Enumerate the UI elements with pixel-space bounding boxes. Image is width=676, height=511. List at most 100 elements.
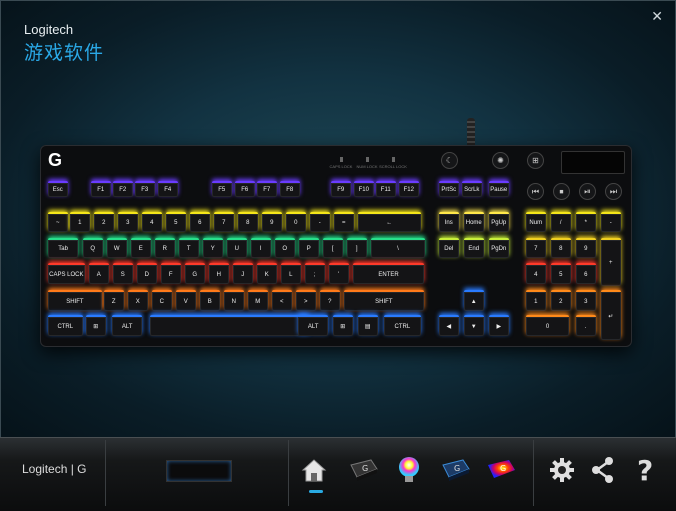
key-enter[interactable]: ENTER: [353, 263, 425, 284]
key-symbol[interactable]: ▲: [464, 290, 484, 311]
key-f11[interactable]: F11: [376, 181, 396, 197]
key-f9[interactable]: F9: [331, 181, 351, 197]
key-end[interactable]: End: [464, 238, 484, 258]
heatmap-icon[interactable]: G: [484, 453, 518, 487]
key-ins[interactable]: Ins: [439, 212, 459, 232]
key-symbol[interactable]: -: [310, 212, 330, 232]
media-stop-button[interactable]: ⏹: [553, 183, 570, 200]
key-symbol[interactable]: ◀: [439, 315, 459, 336]
key-h[interactable]: H: [209, 263, 229, 284]
key-symbol[interactable]: <: [272, 290, 292, 311]
key-symbol[interactable]: ▼: [464, 315, 484, 336]
key-home[interactable]: Home: [464, 212, 484, 232]
key-ctrl[interactable]: CTRL: [384, 315, 421, 336]
brightness-button[interactable]: ✺: [492, 152, 509, 169]
close-button[interactable]: ✕: [651, 8, 663, 25]
key-symbol[interactable]: .: [576, 315, 596, 336]
help-icon[interactable]: ?: [630, 453, 664, 487]
key-4[interactable]: 4: [142, 212, 162, 232]
key-symbol[interactable]: =: [334, 212, 354, 232]
windows-lock-button[interactable]: ⊞: [527, 152, 544, 169]
key-f1[interactable]: F1: [91, 181, 111, 197]
key-9[interactable]: 9: [576, 238, 596, 258]
key-space[interactable]: [150, 315, 310, 336]
key-f10[interactable]: F10: [354, 181, 374, 197]
key-symbol[interactable]: \: [371, 238, 425, 258]
key-6[interactable]: 6: [190, 212, 210, 232]
key-r[interactable]: R: [155, 238, 175, 258]
key-esc[interactable]: Esc: [48, 181, 68, 197]
key-symbol[interactable]: ?: [320, 290, 340, 311]
key-6[interactable]: 6: [576, 263, 596, 284]
key-f4[interactable]: F4: [158, 181, 178, 197]
settings-gear-icon[interactable]: [545, 453, 579, 487]
key-symbol[interactable]: -: [601, 212, 621, 232]
key-8[interactable]: 8: [238, 212, 258, 232]
key-z[interactable]: Z: [104, 290, 124, 311]
key-e[interactable]: E: [131, 238, 151, 258]
key-l[interactable]: L: [281, 263, 301, 284]
key-a[interactable]: A: [89, 263, 109, 284]
key-f3[interactable]: F3: [135, 181, 155, 197]
key-3[interactable]: 3: [118, 212, 138, 232]
key-pause[interactable]: Pause: [489, 181, 509, 197]
key-7[interactable]: 7: [214, 212, 234, 232]
key-prtsc[interactable]: PrtSc: [439, 181, 459, 197]
key-shift[interactable]: SHIFT: [344, 290, 424, 311]
key-alt[interactable]: ALT: [112, 315, 143, 336]
game-mode-button[interactable]: ☾: [441, 152, 458, 169]
media-prev-button[interactable]: ⏮: [527, 183, 544, 200]
key-symbol[interactable]: ': [329, 263, 349, 284]
key-n[interactable]: N: [224, 290, 244, 311]
key-f[interactable]: F: [161, 263, 181, 284]
key-f5[interactable]: F5: [212, 181, 232, 197]
home-icon[interactable]: [297, 453, 331, 487]
key-f8[interactable]: F8: [280, 181, 300, 197]
g-key-icon[interactable]: G: [346, 453, 380, 487]
key-symbol[interactable]: /: [551, 212, 571, 232]
key-f6[interactable]: F6: [235, 181, 255, 197]
key-symbol[interactable]: *: [576, 212, 596, 232]
key-symbol[interactable]: ▤: [358, 315, 378, 336]
key-q[interactable]: Q: [83, 238, 103, 258]
key-symbol[interactable]: ↵: [601, 290, 621, 341]
key-symbol[interactable]: ⊞: [333, 315, 353, 336]
key-d[interactable]: D: [137, 263, 157, 284]
key-del[interactable]: Del: [439, 238, 459, 258]
key-t[interactable]: T: [179, 238, 199, 258]
device-thumbnail[interactable]: [166, 460, 232, 482]
key-symbol[interactable]: ←: [358, 212, 421, 232]
key-b[interactable]: B: [200, 290, 220, 311]
g-key-blue-icon[interactable]: G: [438, 453, 472, 487]
key-w[interactable]: W: [107, 238, 127, 258]
key-tab[interactable]: Tab: [48, 238, 79, 258]
key-i[interactable]: I: [251, 238, 271, 258]
key-symbol[interactable]: ;: [305, 263, 325, 284]
key-c[interactable]: C: [152, 290, 172, 311]
key-x[interactable]: X: [128, 290, 148, 311]
key-ctrl[interactable]: CTRL: [48, 315, 83, 336]
share-icon[interactable]: [586, 453, 620, 487]
key-4[interactable]: 4: [526, 263, 546, 284]
media-play-button[interactable]: ⏯: [579, 183, 596, 200]
key-symbol[interactable]: ]: [347, 238, 367, 258]
key-symbol[interactable]: +: [601, 238, 621, 286]
key-symbol[interactable]: ⊞: [86, 315, 106, 336]
key-5[interactable]: 5: [551, 263, 571, 284]
key-f12[interactable]: F12: [399, 181, 419, 197]
key-0[interactable]: 0: [526, 315, 570, 336]
lighting-bulb-icon[interactable]: [392, 453, 426, 487]
key-symbol[interactable]: >: [296, 290, 316, 311]
key-y[interactable]: Y: [203, 238, 223, 258]
key-7[interactable]: 7: [526, 238, 546, 258]
key-symbol[interactable]: ~: [48, 212, 68, 232]
key-p[interactable]: P: [299, 238, 319, 258]
key-m[interactable]: M: [248, 290, 268, 311]
key-caps-lock[interactable]: CAPS LOCK: [48, 263, 85, 284]
key-0[interactable]: 0: [286, 212, 306, 232]
key-f7[interactable]: F7: [257, 181, 277, 197]
key-v[interactable]: V: [176, 290, 196, 311]
key-g[interactable]: G: [185, 263, 205, 284]
key-s[interactable]: S: [113, 263, 133, 284]
key-scrlk[interactable]: ScrLk: [462, 181, 482, 197]
